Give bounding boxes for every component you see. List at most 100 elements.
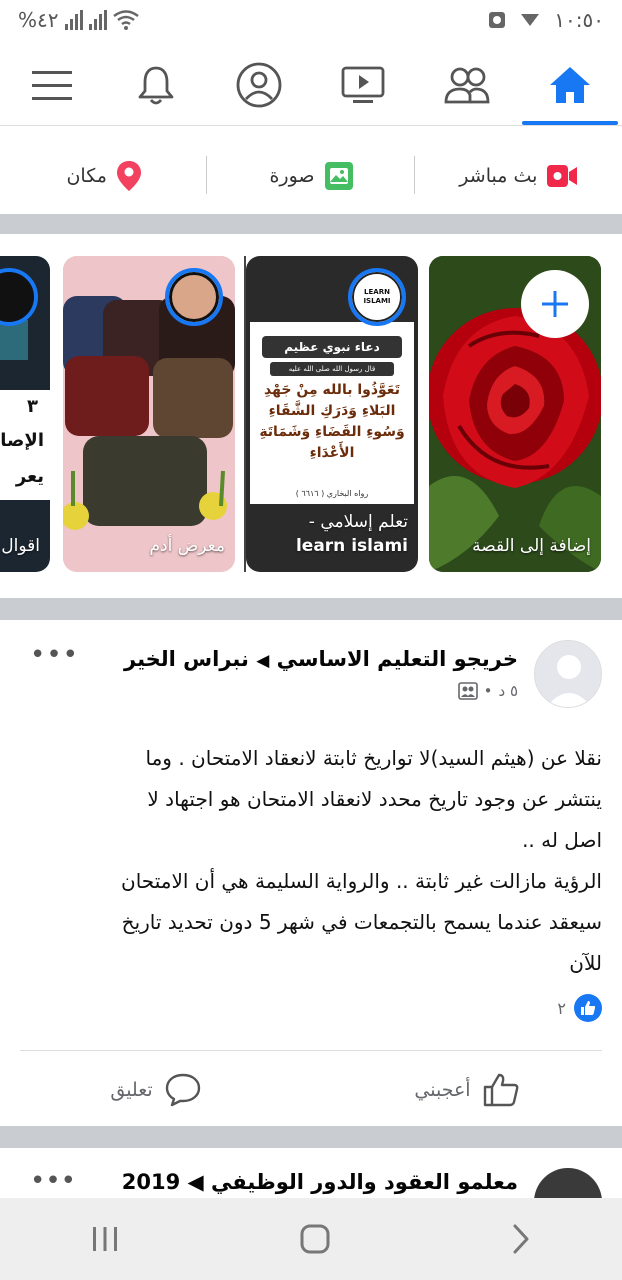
story-avatar <box>165 268 223 326</box>
story-label-line1: تعلم إسلامي - <box>308 512 408 532</box>
battery-percent: %٤٢ <box>18 8 59 32</box>
menu-icon <box>31 70 72 100</box>
photo-icon <box>324 162 353 190</box>
like-reaction-icon <box>574 994 602 1022</box>
dropdown-triangle-icon <box>521 14 540 26</box>
post-header: خريجو التعليم الاساسي ◀ نبراس الخير <box>80 644 518 676</box>
story-divider <box>244 256 246 572</box>
alarm-icon <box>489 12 506 28</box>
post-text: نقلا عن (هيثم السيد)لا تواريخ ثابتة لانع… <box>24 738 602 984</box>
status-bar: %٤٢ ١٠:٥٠ <box>0 0 622 44</box>
post-author[interactable]: خريجو التعليم الاساسي <box>277 647 518 671</box>
card-verse: تَعَوَّذُوا بالله مِنْ جَهْدِ البَلاءِ و… <box>259 382 405 461</box>
story-image: دعاء نبوي عظيم قال رسول الله صلى الله عل… <box>250 322 414 504</box>
separator <box>0 598 622 620</box>
avatar[interactable] <box>534 1168 602 1198</box>
story-text: الإصا <box>0 430 44 451</box>
place-label: مكان <box>66 165 107 187</box>
avatar-logo <box>169 272 219 322</box>
post-text-line: نقلا عن (هيثم السيد)لا تواريخ ثابتة لانع… <box>145 746 603 770</box>
post-title[interactable]: معلمو العقود والدور الوظيفي ◀ 2019 <box>122 1170 518 1194</box>
default-avatar-icon <box>535 641 601 707</box>
wifi-icon <box>112 10 139 30</box>
location-pin-icon <box>116 161 141 191</box>
post-peek: معلمو العقود والدور الوظيفي ◀ 2019 ••• <box>0 1148 622 1198</box>
divider <box>20 1050 602 1051</box>
reaction-summary[interactable]: ٢ <box>557 994 602 1022</box>
post-group[interactable]: نبراس الخير <box>124 647 249 671</box>
stories-carousel: إضافة إلى القصة دعاء نبوي عظيم قال رسول … <box>0 256 622 572</box>
like-button[interactable]: أعجبني <box>311 1058 622 1122</box>
tab-profile[interactable] <box>207 44 311 125</box>
tab-groups[interactable] <box>415 44 519 125</box>
recent-apps-icon[interactable] <box>91 1226 119 1252</box>
avatar[interactable] <box>534 640 602 708</box>
photo-label: صورة <box>269 165 315 187</box>
avatar-logo: LEARN ISLAMI <box>352 272 402 322</box>
story-image <box>0 320 28 360</box>
card-source: رواه البخاري ( ٦٦١٦ ) <box>295 489 369 498</box>
profile-icon <box>236 62 282 107</box>
post-text-line: سيعقد عندما يسمح بالتجمعات في شهر 5 دون … <box>121 910 602 934</box>
reaction-count: ٢ <box>557 998 566 1018</box>
tab-menu[interactable] <box>0 44 104 125</box>
status-left: %٤٢ <box>18 8 139 32</box>
post-meta: ٥ د • <box>457 682 518 700</box>
signal-icon <box>64 10 83 30</box>
dot-separator: • <box>483 682 493 700</box>
status-right: ١٠:٥٠ <box>488 8 604 32</box>
add-story-card[interactable]: إضافة إلى القصة <box>429 256 601 572</box>
post-text-line: الرؤية مازالت غير ثابتة .. والرواية السل… <box>121 869 602 893</box>
groups-icon <box>444 67 489 103</box>
card-title: دعاء نبوي عظيم <box>262 336 402 358</box>
photo-button[interactable]: صورة <box>207 138 416 214</box>
story-avatar <box>0 268 38 326</box>
composer-row: بث مباشر صورة مكان <box>0 138 622 214</box>
story-card-learn-islami[interactable]: دعاء نبوي عظيم قال رسول الله صلى الله عل… <box>246 256 418 572</box>
more-options-button[interactable]: ••• <box>30 640 79 670</box>
post-actions: أعجبني تعليق <box>0 1058 622 1122</box>
story-label: معرض أدم <box>149 536 225 556</box>
place-button[interactable]: مكان <box>0 138 208 214</box>
post-text-line: اصل له .. <box>522 828 602 852</box>
story-text: ٣ <box>27 396 38 417</box>
post-text-line: للآن <box>569 951 602 975</box>
tab-watch[interactable] <box>311 44 415 125</box>
story-image: ٣ الإصا يعر <box>0 390 50 500</box>
story-label: تعلم إسلامي - learn islami <box>254 510 408 558</box>
back-chevron-icon[interactable] <box>511 1224 531 1254</box>
post-time: ٥ د <box>498 682 518 700</box>
video-icon <box>341 66 385 103</box>
story-label-line2: learn islami <box>295 536 408 556</box>
thumbs-up-icon <box>483 1073 518 1107</box>
live-video-icon <box>547 165 578 187</box>
tab-notifications[interactable] <box>104 44 208 125</box>
add-story-button[interactable] <box>521 270 589 338</box>
comment-button[interactable]: تعليق <box>0 1058 311 1122</box>
plus-icon <box>542 291 568 317</box>
live-label: بث مباشر <box>459 165 538 187</box>
system-navigation-bar <box>0 1198 622 1280</box>
story-text: يعر <box>15 466 44 487</box>
story-card-bags[interactable]: معرض أدم <box>63 256 235 572</box>
comment-label: تعليق <box>110 1079 153 1101</box>
clock: ١٠:٥٠ <box>554 8 604 32</box>
story-card-partial[interactable]: ٣ الإصا يعر اقوال <box>0 256 50 572</box>
comment-icon <box>165 1073 200 1107</box>
bell-icon <box>138 66 173 104</box>
post-text-line: ينتشر عن وجود تاريخ محدد لانعقاد الامتحا… <box>147 787 602 811</box>
home-icon <box>550 66 591 103</box>
signal-icon-2 <box>88 10 107 30</box>
arrow-icon: ◀ <box>256 651 270 671</box>
top-navigation <box>0 44 622 126</box>
more-options-button[interactable]: ••• <box>30 1166 76 1196</box>
like-label: أعجبني <box>414 1079 471 1101</box>
story-label: إضافة إلى القصة <box>472 536 591 556</box>
story-label: اقوال <box>1 536 40 556</box>
tab-home[interactable] <box>518 44 622 125</box>
group-audience-icon <box>457 682 478 700</box>
separator <box>0 214 622 234</box>
separator <box>0 1126 622 1148</box>
live-button[interactable]: بث مباشر <box>415 138 622 214</box>
home-button-icon[interactable] <box>300 1224 330 1254</box>
